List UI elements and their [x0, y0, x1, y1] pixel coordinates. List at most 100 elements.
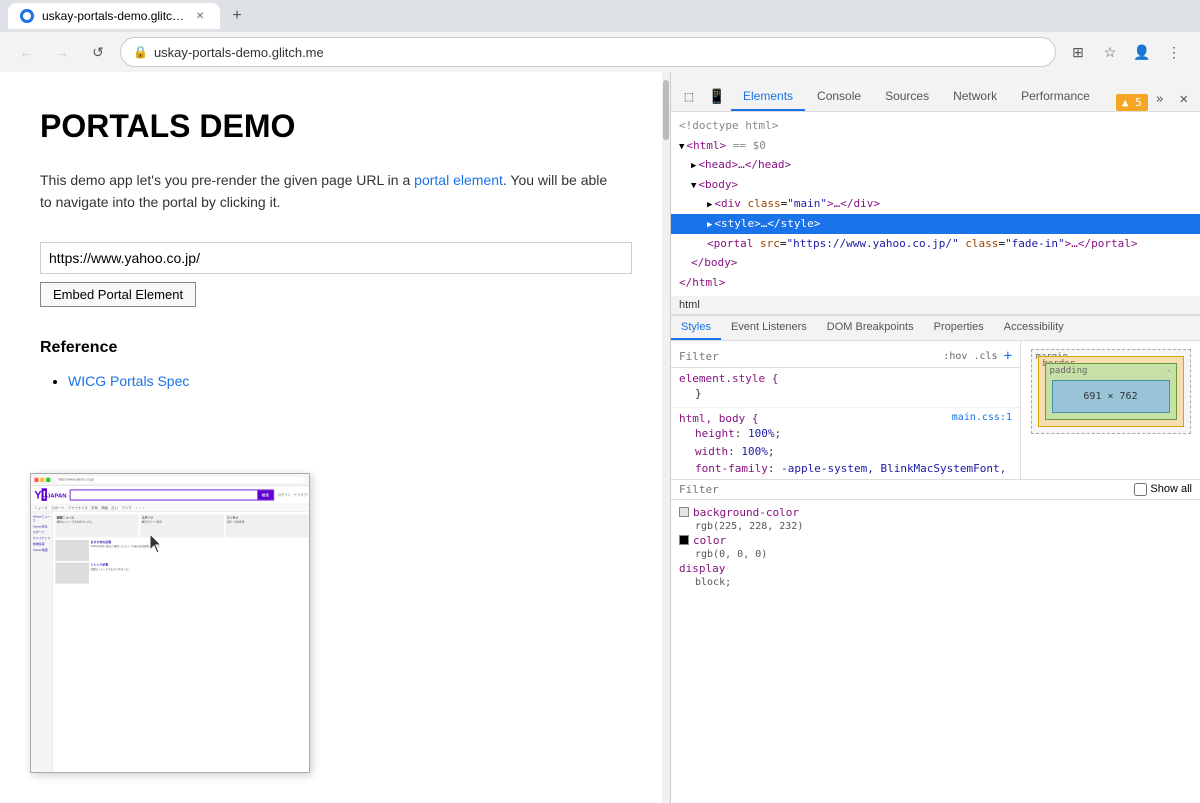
html-close-line[interactable]: </html>: [671, 273, 1200, 293]
doctype-line[interactable]: <!doctype html>: [671, 116, 1200, 136]
url-input[interactable]: https://www.yahoo.co.jp/: [40, 242, 632, 274]
reference-item: WICG Portals Spec: [68, 373, 620, 389]
forward-button[interactable]: →: [48, 38, 76, 66]
html-open-line[interactable]: ▼<html> == $0: [671, 136, 1200, 156]
browser-content: PORTALS DEMO This demo app let's you pre…: [0, 72, 1200, 803]
scrollbar-thumb: [663, 80, 669, 140]
display-computed-key: display: [679, 562, 725, 575]
font-val: -apple-system, BlinkMacSystemFont,: [781, 462, 1006, 475]
styles-tab-properties[interactable]: Properties: [924, 316, 994, 340]
tab-title: uskay-portals-demo.glitc…: [42, 9, 184, 23]
main-css-link[interactable]: main.css:1: [952, 412, 1012, 425]
devtools-more-button[interactable]: »: [1148, 88, 1172, 111]
lock-icon: 🔒: [133, 45, 148, 59]
bg-color-computed-swatch: [679, 507, 689, 517]
element-style-section: element.style { }: [671, 368, 1020, 408]
refresh-button[interactable]: ↺: [84, 38, 112, 66]
page-scrollbar[interactable]: [662, 72, 670, 803]
devtools-tab-sources[interactable]: Sources: [873, 83, 941, 111]
bg-color-computed-row: background-color: [679, 504, 1192, 521]
styles-panel: Styles Event Listeners DOM Breakpoints P…: [671, 315, 1200, 645]
reference-list: WICG Portals Spec: [40, 373, 620, 389]
devtools-device-button[interactable]: 📱: [703, 83, 731, 111]
address-bar[interactable]: 🔒 uskay-portals-demo.glitch.me: [120, 37, 1056, 67]
body-open-line[interactable]: ▼<body>: [671, 175, 1200, 195]
page-description: This demo app let's you pre-render the g…: [40, 169, 620, 214]
styles-tab-event-listeners[interactable]: Event Listeners: [721, 316, 817, 340]
width-val: 100%: [741, 445, 768, 458]
div-main-line[interactable]: ▶<div class="main">…</div>: [671, 194, 1200, 214]
styles-filter-row: :hov .cls +: [671, 345, 1020, 368]
cls-pseudo-button[interactable]: .cls: [973, 351, 997, 362]
display-computed-val: block;: [679, 577, 1192, 588]
add-style-rule-button[interactable]: +: [1004, 348, 1012, 364]
style-line[interactable]: ▶<style>…</style>: [671, 214, 1200, 234]
width-prop: width: 100%;: [679, 443, 1012, 461]
color-computed-row: color: [679, 532, 1192, 549]
devtools-tab-elements[interactable]: Elements: [731, 83, 805, 111]
browser-controls: ← → ↺ 🔒 uskay-portals-demo.glitch.me ⊞ ☆…: [0, 32, 1200, 72]
styles-rules-panel: :hov .cls + element.style { } htm: [671, 341, 1020, 479]
html-body-rule-section: html, body { main.css:1 height: 100%; wi…: [671, 408, 1020, 479]
back-button[interactable]: ←: [12, 38, 40, 66]
color-computed-swatch: [679, 535, 689, 545]
height-key: height: [695, 427, 735, 440]
element-style-selector: element.style {: [679, 372, 1012, 385]
browser-tab-active[interactable]: uskay-portals-demo.glitc… ✕: [8, 3, 220, 29]
styles-tab-accessibility[interactable]: Accessibility: [994, 316, 1074, 340]
portal-element-link[interactable]: portal element: [414, 172, 503, 188]
tab-favicon: [20, 9, 34, 23]
styles-bottom-filter-input[interactable]: [679, 483, 1130, 496]
box-model-outer: margin - border - padding - 691 × 762: [1031, 349, 1191, 434]
font-key: font-family: [695, 462, 768, 475]
head-line[interactable]: ▶<head>…</head>: [671, 155, 1200, 175]
bg-color-computed-key: background-color: [693, 506, 799, 519]
body-close-line[interactable]: </body>: [671, 253, 1200, 273]
translate-button[interactable]: ⊞: [1064, 38, 1092, 66]
hov-pseudo-button[interactable]: :hov: [943, 351, 967, 362]
desc-text-before: This demo app let's you pre-render the g…: [40, 172, 414, 188]
html-body-selector: html, body {: [679, 412, 758, 425]
doctype-text: <!doctype html>: [679, 119, 778, 132]
devtools-tab-performance[interactable]: Performance: [1009, 83, 1102, 111]
height-prop: height: 100%;: [679, 425, 1012, 443]
devtools-close-button[interactable]: ✕: [1172, 87, 1196, 111]
portal-preview[interactable]: https://www.yahoo.co.jp/ Y!JAPAN 検索 ログイン…: [30, 473, 310, 773]
padding-dash: -: [1166, 366, 1171, 376]
show-all-label: Show all: [1134, 483, 1192, 496]
browser-action-buttons: ⊞ ☆ 👤 ⋮: [1064, 38, 1188, 66]
bookmark-button[interactable]: ☆: [1096, 38, 1124, 66]
height-val: 100%: [748, 427, 775, 440]
yahoo-preview-inner: https://www.yahoo.co.jp/ Y!JAPAN 検索 ログイン…: [31, 474, 310, 773]
padding-label: padding: [1050, 366, 1088, 376]
devtools-tab-console[interactable]: Console: [805, 83, 873, 111]
color-computed-val: rgb(0, 0, 0): [679, 549, 1192, 560]
display-computed-row: display: [679, 560, 1192, 577]
tab-close-button[interactable]: ✕: [192, 8, 208, 24]
element-style-close: }: [679, 385, 1012, 403]
devtools-tab-network[interactable]: Network: [941, 83, 1009, 111]
account-button[interactable]: 👤: [1128, 38, 1156, 66]
devtools-warning-badge: ▲ 5: [1116, 94, 1148, 111]
browser-titlebar: uskay-portals-demo.glitc… ✕ +: [0, 0, 1200, 32]
styles-tab-styles[interactable]: Styles: [671, 316, 721, 340]
portal-line[interactable]: <portal src="https://www.yahoo.co.jp/" c…: [671, 234, 1200, 254]
width-key: width: [695, 445, 728, 458]
styles-bottom-filter-row: Show all: [671, 479, 1200, 499]
menu-button[interactable]: ⋮: [1160, 38, 1188, 66]
elements-tree: <!doctype html> ▼<html> == $0 ▶<head>…</…: [671, 112, 1200, 296]
styles-filter-input[interactable]: [679, 350, 937, 363]
bg-color-computed-val: rgb(225, 228, 232): [679, 521, 1192, 532]
address-url: uskay-portals-demo.glitch.me: [154, 45, 1043, 60]
styles-tab-dom-breakpoints[interactable]: DOM Breakpoints: [817, 316, 924, 340]
font-family-prop: font-family: -apple-system, BlinkMacSyst…: [679, 460, 1012, 478]
page-title: PORTALS DEMO: [40, 108, 620, 145]
devtools-inspect-button[interactable]: ⬚: [675, 83, 703, 111]
show-all-checkbox[interactable]: [1134, 483, 1147, 496]
browser-window: uskay-portals-demo.glitc… ✕ + ← → ↺ 🔒 us…: [0, 0, 1200, 803]
box-model-panel: margin - border - padding - 691 × 762: [1020, 341, 1200, 479]
new-tab-button[interactable]: +: [224, 3, 250, 29]
wicg-portals-link[interactable]: WICG Portals Spec: [68, 373, 189, 389]
embed-portal-button[interactable]: Embed Portal Element: [40, 282, 196, 307]
color-computed-key: color: [693, 534, 726, 547]
